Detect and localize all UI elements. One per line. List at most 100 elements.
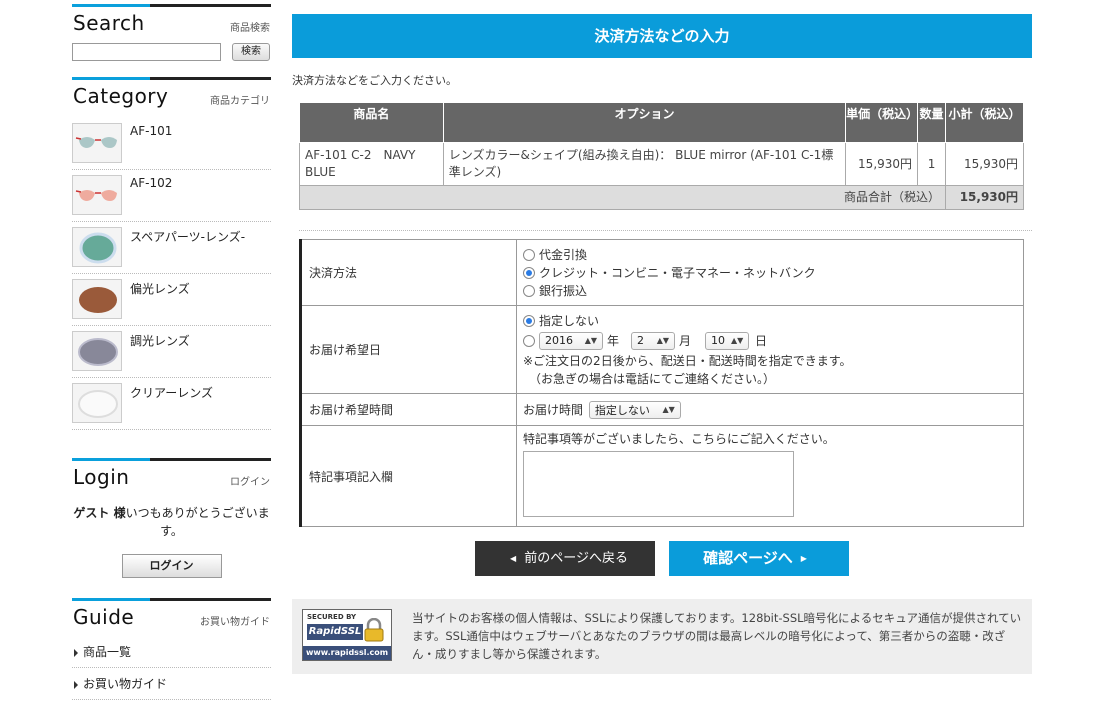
category-item-photochromic[interactable]: 調光レンズ	[72, 326, 271, 378]
cart-header-row: 商品名 オプション 単価（税込） 数量 小計（税込）	[299, 102, 1024, 143]
badge-url: www.rapidssl.com	[303, 646, 391, 660]
category-label[interactable]: 調光レンズ	[130, 332, 190, 349]
category-item-polarized[interactable]: 偏光レンズ	[72, 274, 271, 326]
delivery-date-none-option[interactable]: 指定しない	[523, 312, 1017, 330]
total-label: 商品合計（税込）	[298, 185, 947, 210]
sunglasses-thumb-icon[interactable]	[72, 123, 122, 163]
login-title: Login	[73, 465, 130, 489]
category-item-af102[interactable]: AF-102	[72, 170, 271, 222]
cell-qty: 1	[917, 142, 947, 186]
day-select[interactable]: 10 ▲▼	[705, 331, 750, 350]
lens-green-thumb-icon[interactable]	[72, 227, 122, 267]
login-button[interactable]: ログイン	[121, 554, 222, 578]
category-item-spare-parts[interactable]: スペアパーツ-レンズ-	[72, 222, 271, 274]
login-greeting: ゲスト 様いつもありがとうございます。	[72, 504, 271, 540]
category-label[interactable]: スペアパーツ-レンズ-	[130, 228, 245, 245]
radio-button[interactable]	[523, 248, 535, 261]
guide-item-label[interactable]: 商品一覧	[83, 645, 131, 659]
arrow-right-icon: ▶	[800, 554, 807, 563]
main-content: 決済方法などの入力 決済方法などをご入力ください。 商品名 オプション 単価（税…	[292, 14, 1032, 674]
year-select[interactable]: 2016 ▲▼	[539, 331, 603, 350]
stepper-arrows-icon: ▲▼	[731, 336, 744, 345]
search-button[interactable]: 検索	[232, 43, 270, 61]
category-label[interactable]: AF-101	[130, 124, 172, 138]
col-header-name: 商品名	[299, 102, 444, 143]
radio-label[interactable]: 銀行振込	[539, 282, 587, 299]
radio-button-selected[interactable]	[523, 314, 535, 327]
stepper-arrows-icon: ▲▼	[656, 336, 670, 345]
day-unit: 日	[755, 334, 768, 348]
order-form-table: 決済方法 代金引換 クレジット・コンビニ・電子マネー・ネットバンク 銀行振込 お…	[299, 239, 1024, 527]
radio-button[interactable]	[523, 284, 535, 297]
badge-brand: RapidSSL	[307, 624, 363, 640]
cell-price: 15,930円	[845, 142, 919, 186]
ssl-notice: SECURED BY RapidSSL www.rapidssl.com 当サイ…	[292, 599, 1032, 674]
login-subtitle: ログイン	[230, 477, 270, 488]
col-header-subtotal: 小計（税込）	[945, 102, 1024, 143]
category-label[interactable]: AF-102	[130, 176, 172, 190]
payment-option-bank[interactable]: 銀行振込	[523, 282, 1017, 300]
remarks-textarea[interactable]	[523, 451, 794, 517]
remarks-row: 特記事項記入欄 特記事項等がございましたら、こちらにご記入ください。	[300, 425, 1024, 527]
radio-button[interactable]	[523, 334, 535, 347]
search-title: Search	[73, 11, 145, 35]
rapidssl-badge[interactable]: SECURED BY RapidSSL www.rapidssl.com	[302, 609, 392, 661]
radio-label[interactable]: クレジット・コンビニ・電子マネー・ネットバンク	[539, 264, 816, 281]
cart-table: 商品名 オプション 単価（税込） 数量 小計（税込） AF-101 C-2 NA…	[298, 102, 1024, 210]
ssl-description: 当サイトのお客様の個人情報は、SSLにより保護しております。128bit-SSL…	[412, 611, 1022, 661]
radio-button-selected[interactable]	[523, 266, 535, 279]
delivery-time-prefix: お届け時間	[523, 402, 584, 417]
day-value: 10	[711, 334, 726, 347]
search-subtitle: 商品検索	[230, 23, 270, 34]
total-row: 商品合計（税込） 15,930円	[298, 185, 1024, 210]
padlock-icon	[364, 618, 384, 642]
delivery-date-options: 指定しない 2016 ▲▼ 年 2 ▲▼ 月 10 ▲▼ 日 ※ご注文日の2日後から、…	[516, 305, 1024, 394]
back-button-label[interactable]: 前のページへ戻る	[524, 551, 628, 566]
payment-row: 決済方法 代金引換 クレジット・コンビニ・電子マネー・ネットバンク 銀行振込	[300, 239, 1024, 306]
delivery-date-row: お届け希望日 指定しない 2016 ▲▼ 年 2 ▲▼ 月 10 ▲▼ 日 ※ご注文日…	[300, 305, 1024, 394]
divider	[299, 230, 1032, 231]
month-value: 2	[637, 334, 645, 347]
delivery-time-field: お届け時間 指定しない ▲▼	[516, 393, 1024, 426]
navigation-buttons: ◀ 前のページへ戻る 確認ページへ ▶	[475, 541, 849, 576]
payment-option-credit[interactable]: クレジット・コンビニ・電子マネー・ネットバンク	[523, 264, 1017, 282]
payment-option-cod[interactable]: 代金引換	[523, 246, 1017, 264]
delivery-time-select[interactable]: 指定しない ▲▼	[588, 400, 681, 419]
category-label[interactable]: 偏光レンズ	[130, 280, 190, 297]
back-button[interactable]: ◀ 前のページへ戻る	[475, 541, 655, 576]
remarks-note: 特記事項等がございましたら、こちらにご記入ください。	[523, 432, 835, 446]
delivery-date-note: ※ご注文日の2日後から、配送日・配送時間を指定できます。	[523, 353, 852, 368]
radio-label[interactable]: 代金引換	[539, 246, 587, 263]
delivery-date-note-2: （お急ぎの場合は電話にてご連絡ください。）	[529, 371, 776, 386]
delivery-date-specify-option[interactable]: 2016 ▲▼ 年 2 ▲▼ 月 10 ▲▼ 日	[523, 330, 1017, 352]
delivery-time-row: お届け希望時間 お届け時間 指定しない ▲▼	[300, 393, 1024, 426]
remarks-label: 特記事項記入欄	[300, 425, 517, 527]
search-row: 検索	[72, 43, 271, 61]
lens-clear-thumb-icon[interactable]	[72, 383, 122, 423]
category-subtitle: 商品カテゴリ	[210, 96, 270, 107]
login-section-header: Login ログイン	[72, 458, 271, 496]
category-item-af101[interactable]: AF-101	[72, 118, 271, 170]
guide-item-label[interactable]: お買い物ガイド	[83, 677, 167, 691]
guide-item-shopping-guide[interactable]: お買い物ガイド	[72, 668, 271, 700]
lens-gray-thumb-icon[interactable]	[72, 331, 122, 371]
month-select[interactable]: 2 ▲▼	[631, 331, 676, 350]
guide-item-product-list[interactable]: 商品一覧	[72, 636, 271, 668]
category-label[interactable]: クリアーレンズ	[130, 384, 213, 401]
sidebar: Search 商品検索 検索 Category 商品カテゴリ AF-101 AF…	[72, 4, 271, 700]
delivery-time-value: 指定しない	[594, 403, 650, 417]
radio-label[interactable]: 指定しない	[539, 312, 599, 329]
confirm-button[interactable]: 確認ページへ ▶	[669, 541, 849, 576]
search-input[interactable]	[72, 43, 221, 61]
confirm-button-label[interactable]: 確認ページへ	[703, 549, 793, 567]
intro-text: 決済方法などをご入力ください。	[292, 74, 457, 87]
total-value: 15,930円	[945, 185, 1024, 210]
category-item-clear[interactable]: クリアーレンズ	[72, 378, 271, 430]
login-section: Login ログイン ゲスト 様いつもありがとうございます。 ログイン	[72, 458, 271, 578]
guide-section: Guide お買い物ガイド 商品一覧 お買い物ガイド	[72, 598, 271, 700]
year-value: 2016	[545, 334, 573, 347]
lens-brown-thumb-icon[interactable]	[72, 279, 122, 319]
sunglasses-thumb-icon[interactable]	[72, 175, 122, 215]
guide-subtitle: お買い物ガイド	[200, 617, 270, 628]
page-title: 決済方法などの入力	[292, 14, 1032, 58]
